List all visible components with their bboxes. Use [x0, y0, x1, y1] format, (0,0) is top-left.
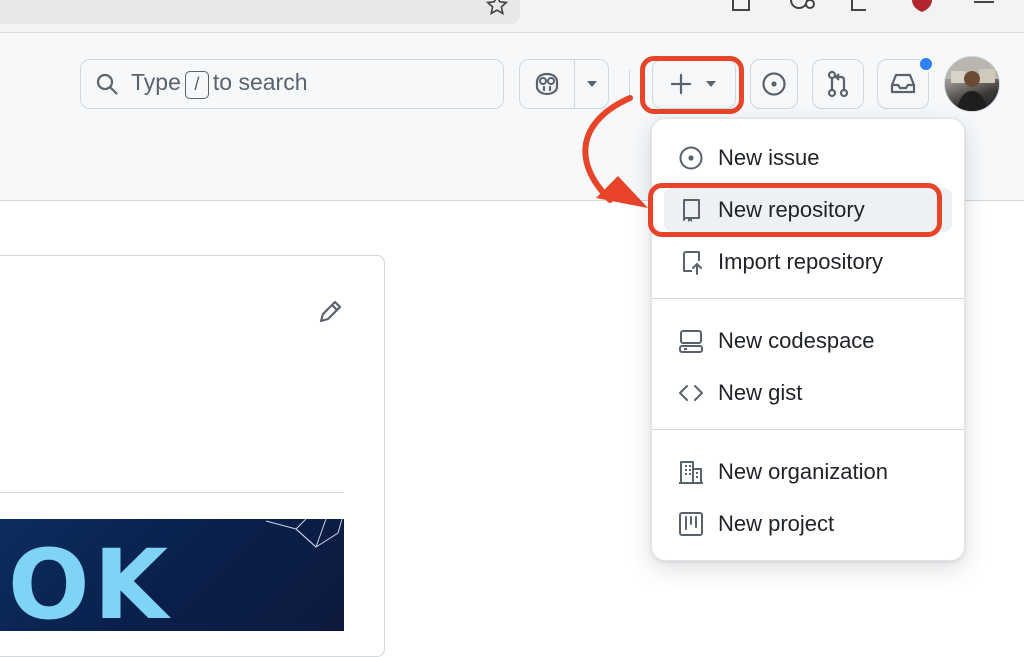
- search-icon: [95, 72, 119, 96]
- menu-item-label: New gist: [718, 380, 803, 405]
- share-icon[interactable]: [848, 0, 872, 14]
- copilot-dropdown-caret-icon[interactable]: [575, 79, 608, 89]
- code-icon: [678, 380, 704, 406]
- browser-toolbar: [0, 0, 1024, 33]
- bookmark-star-icon[interactable]: [486, 0, 508, 16]
- menu-item-label: New organization: [718, 459, 888, 484]
- menu-item-label: New project: [718, 511, 835, 536]
- menu-item-label: Import repository: [718, 249, 884, 274]
- shield-extension-icon[interactable]: [910, 0, 934, 12]
- menu-item-new-codespace[interactable]: New codespace: [664, 319, 952, 363]
- menu-item-new-issue[interactable]: New issue: [664, 136, 952, 180]
- banner-text: OK: [8, 529, 172, 631]
- search-placeholder-after: to search: [212, 69, 308, 96]
- user-avatar[interactable]: [944, 56, 1000, 112]
- issue-opened-icon: [678, 145, 704, 171]
- codespaces-icon: [678, 328, 704, 354]
- menu-item-new-gist[interactable]: New gist: [664, 371, 952, 415]
- annotation-arrow-icon: [582, 95, 648, 208]
- project-icon: [678, 511, 704, 537]
- menu-item-label: New issue: [718, 145, 820, 170]
- search-input[interactable]: Type / to search: [80, 59, 504, 109]
- issue-opened-icon: [761, 71, 787, 97]
- notification-indicator-dot: [918, 56, 934, 72]
- issues-button[interactable]: [750, 59, 798, 109]
- extension-icon[interactable]: [788, 0, 818, 14]
- git-pull-request-icon: [825, 70, 851, 98]
- card-divider: [0, 492, 344, 493]
- inbox-icon: [889, 72, 917, 96]
- menu-item-label: New codespace: [718, 328, 875, 353]
- menu-icon[interactable]: [972, 0, 996, 8]
- menu-divider: [652, 298, 964, 299]
- menu-divider: [652, 429, 964, 430]
- geometric-decoration: [265, 519, 343, 548]
- download-icon[interactable]: [730, 0, 752, 14]
- search-shortcut-key: /: [184, 70, 209, 99]
- organization-icon: [678, 459, 704, 485]
- pull-requests-button[interactable]: [812, 59, 864, 109]
- search-placeholder-before: Type: [131, 69, 181, 96]
- menu-item-new-project[interactable]: New project: [664, 502, 952, 546]
- address-bar[interactable]: [0, 0, 520, 24]
- repo-push-icon: [678, 249, 704, 275]
- annotation-highlight-new-repository: [648, 183, 942, 237]
- menu-item-import-repository[interactable]: Import repository: [664, 240, 952, 284]
- pencil-edit-icon[interactable]: [316, 298, 344, 326]
- profile-banner-image: OK: [0, 519, 344, 631]
- menu-item-new-organization[interactable]: New organization: [664, 450, 952, 494]
